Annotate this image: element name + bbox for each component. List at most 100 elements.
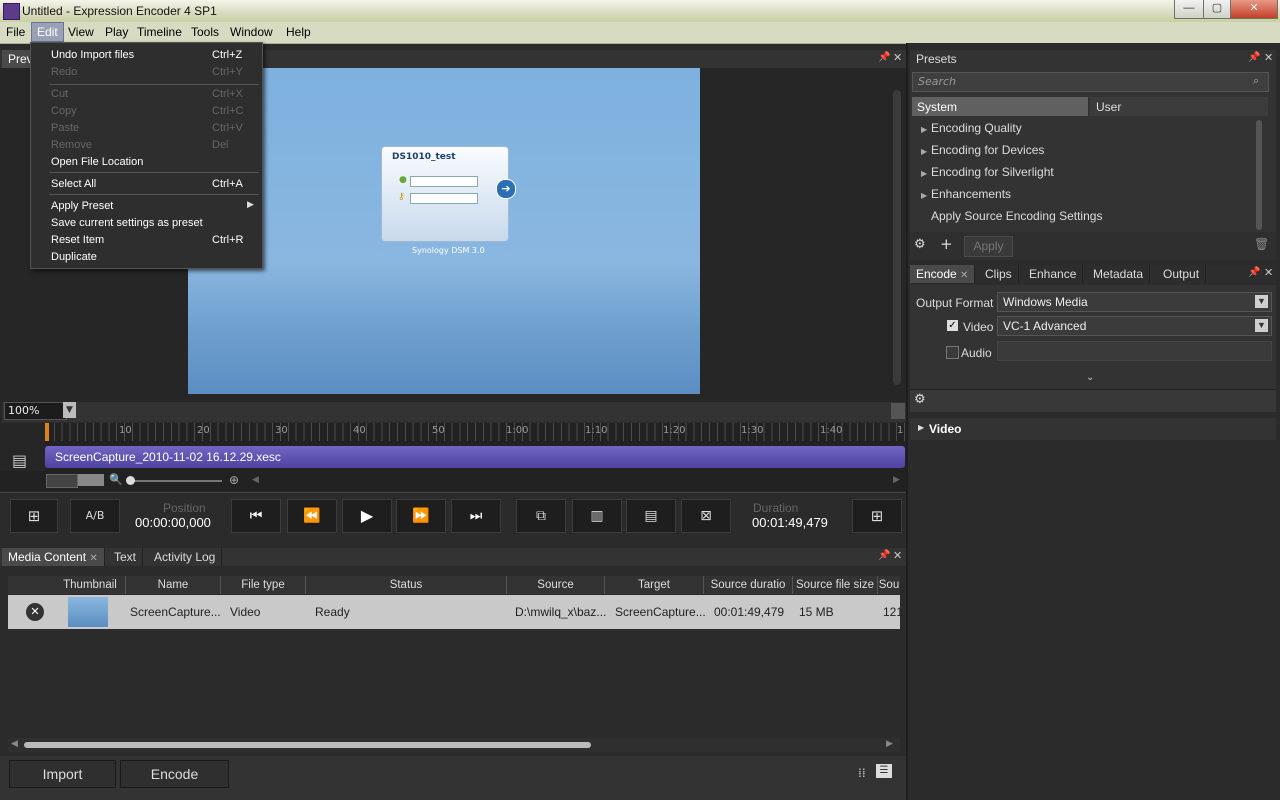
encode-button[interactable]: Encode (120, 760, 229, 788)
previous-frame-button[interactable]: ⏪ (287, 499, 337, 533)
video-checkbox[interactable]: ✓ (947, 320, 958, 331)
zoom-select[interactable]: 100% (4, 402, 67, 420)
scroll-thumb[interactable] (24, 742, 591, 748)
timeline-clip[interactable]: ScreenCapture_2010-11-02 16.12.29.xesc (45, 446, 905, 468)
column-source-file-size[interactable]: Source file size (793, 576, 878, 594)
trash-icon[interactable]: 🗑 (1254, 237, 1269, 251)
playhead[interactable] (45, 423, 49, 441)
close-panel-icon[interactable]: ✕ (1264, 266, 1273, 279)
tab-activity-log[interactable]: Activity Log (148, 548, 223, 566)
close-panel-icon[interactable]: ✕ (893, 549, 902, 562)
preset-item-enhancements[interactable]: ▶ Enhancements (913, 183, 1253, 205)
column-target[interactable]: Target (605, 576, 704, 594)
preset-item-encoding-silverlight[interactable]: ▶ Encoding for Silverlight (913, 161, 1253, 183)
scroll-right-icon[interactable]: ▶ (893, 475, 900, 485)
gear-icon[interactable]: ⚙ (914, 392, 926, 407)
search-icon[interactable]: ⌕ (1253, 74, 1259, 88)
media-horizontal-scrollbar[interactable]: ◀ ▶ (8, 738, 900, 752)
mark-in-button[interactable]: ▥ (572, 499, 622, 533)
menu-remove[interactable]: Remove Del (32, 136, 261, 153)
gear-icon[interactable]: ⚙ (914, 237, 926, 252)
output-format-select[interactable]: Windows Media ▼ (997, 292, 1272, 312)
preset-item-encoding-quality[interactable]: ▶ Encoding Quality (913, 117, 1253, 139)
menu-window[interactable]: Window (225, 22, 278, 42)
audio-checkbox[interactable] (946, 346, 959, 359)
tab-metadata[interactable]: Metadata (1087, 265, 1151, 283)
remove-segment-button[interactable]: ⊠ (681, 499, 731, 533)
apply-button[interactable]: Apply (964, 236, 1013, 257)
timeline-zoom-slider[interactable] (127, 480, 222, 482)
import-button[interactable]: Import (9, 760, 116, 788)
expand-more-icon[interactable]: ⌄ (1086, 372, 1094, 383)
preview-scrollbar[interactable] (893, 90, 901, 385)
menu-view[interactable]: View (63, 22, 99, 42)
timeline-view-toggle[interactable] (46, 474, 78, 488)
add-leader-button[interactable]: ⊞ (10, 499, 58, 533)
menu-duplicate[interactable]: Duplicate (32, 248, 261, 265)
menu-copy[interactable]: Copy Ctrl+C (32, 102, 261, 119)
video-codec-select[interactable]: VC-1 Advanced ▼ (997, 316, 1272, 336)
maximize-button[interactable]: ▢ (1203, 0, 1231, 19)
tab-text[interactable]: Text (108, 548, 144, 566)
menu-undo-import[interactable]: Undo Import files Ctrl+Z (32, 46, 261, 63)
details-view-icon[interactable]: ☰ (876, 764, 892, 778)
add-preset-icon[interactable]: + (940, 235, 953, 253)
menu-file[interactable]: File (1, 22, 30, 42)
column-file-type[interactable]: File type (221, 576, 306, 594)
column-status[interactable]: Status (306, 576, 507, 594)
chevron-down-icon[interactable]: ▼ (63, 402, 76, 418)
close-panel-icon[interactable]: ✕ (893, 51, 902, 64)
video-section-header[interactable]: ▶ Video (910, 418, 1276, 440)
tab-output[interactable]: Output (1157, 265, 1207, 283)
menu-cut[interactable]: Cut Ctrl+X (32, 85, 261, 102)
preset-item-apply-source-settings[interactable]: ▶Apply Source Encoding Settings (913, 205, 1253, 227)
audio-codec-select[interactable] (997, 341, 1272, 361)
close-panel-icon[interactable]: ✕ (1264, 51, 1273, 64)
go-to-end-button[interactable]: ⏭ (451, 499, 501, 533)
pin-icon[interactable]: 📌 (878, 52, 890, 63)
remove-item-icon[interactable]: ✕ (26, 603, 44, 621)
preset-item-encoding-devices[interactable]: ▶ Encoding for Devices (913, 139, 1253, 161)
split-button[interactable]: ⧉ (516, 499, 566, 533)
tab-clips[interactable]: Clips (979, 265, 1019, 283)
play-button[interactable]: ▶ (342, 499, 392, 533)
mark-out-button[interactable]: ▤ (626, 499, 676, 533)
timeline-zoom-thumb[interactable] (126, 476, 135, 485)
tab-encode[interactable]: Encode ✕ (910, 265, 976, 283)
preset-search-input[interactable]: Search ⌕ (912, 72, 1269, 92)
column-source-duration[interactable]: Source duratio (704, 576, 793, 594)
scroll-left-icon[interactable]: ◀ (252, 475, 259, 485)
column-more[interactable]: Sou (878, 576, 900, 594)
menu-select-all[interactable]: Select All Ctrl+A (32, 175, 261, 192)
column-source[interactable]: Source (507, 576, 605, 594)
menu-play[interactable]: Play (100, 22, 133, 42)
menu-redo[interactable]: Redo Ctrl+Y (32, 63, 261, 80)
minimize-button[interactable]: — (1174, 0, 1204, 19)
menu-edit[interactable]: Edit (31, 22, 64, 42)
add-trailer-button[interactable]: ⊞ (852, 499, 902, 533)
menu-help[interactable]: Help (281, 22, 316, 42)
tab-enhance[interactable]: Enhance (1023, 265, 1084, 283)
pin-icon[interactable]: 📌 (878, 550, 890, 561)
table-row[interactable]: ✕ ScreenCapture... Video Ready D:\mwilq_… (8, 595, 903, 629)
pin-icon[interactable]: 📌 (1248, 52, 1260, 63)
tab-media-content[interactable]: Media Content ✕ (2, 548, 105, 566)
next-frame-button[interactable]: ⏩ (396, 499, 446, 533)
ab-compare-button[interactable]: A/B (70, 499, 120, 533)
menu-apply-preset[interactable]: Apply Preset ▶ (32, 197, 261, 214)
menu-reset-item[interactable]: Reset Item Ctrl+R (32, 231, 261, 248)
zoom-in-icon[interactable]: ⊕ (229, 473, 239, 487)
menu-save-settings-as-preset[interactable]: Save current settings as preset (32, 214, 261, 231)
column-thumbnail[interactable]: Thumbnail (55, 576, 126, 594)
menu-timeline[interactable]: Timeline (132, 22, 187, 42)
timeline-waveform-toggle[interactable] (78, 474, 104, 486)
pin-icon[interactable]: 📌 (1248, 267, 1260, 278)
menu-tools[interactable]: Tools (186, 22, 224, 42)
menu-open-file-location[interactable]: Open File Location (32, 153, 261, 170)
tab-system[interactable]: System (912, 97, 1088, 116)
close-button[interactable]: ✕ (1230, 0, 1278, 19)
tab-user[interactable]: User (1090, 97, 1268, 116)
presets-scrollbar[interactable] (1256, 120, 1262, 230)
resize-corner[interactable] (891, 403, 905, 419)
zoom-out-icon[interactable]: 🔍 (109, 473, 123, 486)
